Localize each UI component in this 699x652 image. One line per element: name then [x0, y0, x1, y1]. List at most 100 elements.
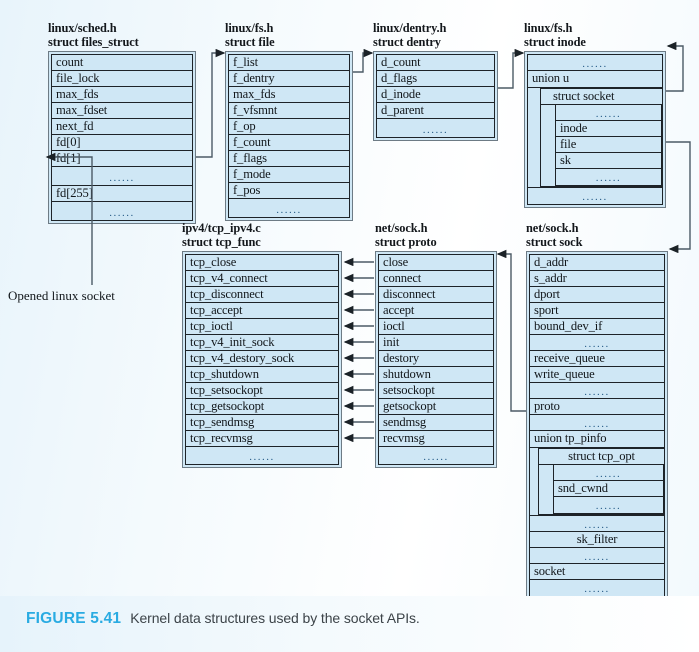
field-row: inode — [555, 120, 662, 137]
union-label: union tp_pinfo — [530, 431, 664, 448]
sock-struct-tcp-opt: struct tcp_opt ...... snd_cwnd ...... — [538, 447, 664, 515]
field-row: destory — [378, 350, 494, 367]
field-row: d_parent — [376, 102, 495, 119]
field-row: close — [378, 254, 494, 271]
field-row: tcp_v4_init_sock — [185, 334, 339, 351]
field-row: max_fds — [51, 86, 193, 103]
field-row-ellipsis: ...... — [185, 446, 339, 465]
struct-inode-file: linux/fs.h — [524, 21, 573, 35]
field-row-ellipsis: ...... — [51, 166, 193, 186]
field-row: write_queue — [529, 366, 665, 383]
field-row: init — [378, 334, 494, 351]
tcp-opt-fields: ...... snd_cwnd ...... — [553, 464, 664, 514]
wire-sk-to-sock — [666, 141, 691, 254]
struct-dentry: linux/dentry.h struct dentry d_count d_f… — [373, 21, 498, 141]
field-row: tcp_accept — [185, 302, 339, 319]
field-row: sendmsg — [378, 414, 494, 431]
field-row-ellipsis: ...... — [527, 187, 663, 205]
wire-sockproto-to-proto — [496, 249, 526, 412]
field-row: max_fdset — [51, 102, 193, 119]
struct-file-body: f_list f_dentry max_fds f_vfsmnt f_op f_… — [225, 51, 353, 221]
field-row: getsockopt — [378, 398, 494, 415]
field-row-ellipsis: ...... — [553, 464, 664, 481]
field-row: tcp_recvmsg — [185, 430, 339, 447]
field-row: fd[0] — [51, 134, 193, 151]
field-row-ellipsis: ...... — [51, 201, 193, 221]
figure-diagram: linux/sched.h struct files_struct count … — [0, 0, 699, 652]
field-row: connect — [378, 270, 494, 287]
field-row: disconnect — [378, 286, 494, 303]
struct-dentry-file: linux/dentry.h — [373, 21, 447, 35]
struct-inode-name: struct inode — [524, 34, 586, 49]
field-row: setsockopt — [378, 382, 494, 399]
field-row: file — [555, 136, 662, 153]
inode-struct-socket: struct socket ...... inode file sk .....… — [540, 87, 662, 187]
field-row-ellipsis: ...... — [529, 579, 665, 597]
field-row: f_vfsmnt — [228, 102, 350, 119]
field-row: tcp_close — [185, 254, 339, 271]
figure-number: FIGURE 5.41 — [26, 610, 122, 627]
field-row: f_op — [228, 118, 350, 135]
field-row-ellipsis: ...... — [527, 54, 663, 71]
socket-label: struct socket — [541, 88, 662, 105]
opened-linux-socket-label: Opened linux socket — [8, 288, 115, 303]
field-row: count — [51, 54, 193, 71]
field-row: receive_queue — [529, 350, 665, 367]
wire-socket-to-inode-top — [666, 41, 684, 92]
wire-fd1-to-file — [196, 48, 226, 158]
struct-tcp-func-body: tcp_close tcp_v4_connect tcp_disconnect … — [182, 251, 342, 468]
struct-proto: net/sock.h struct proto close connect di… — [375, 221, 497, 468]
field-row: proto — [529, 398, 665, 415]
struct-files-struct: linux/sched.h struct files_struct count … — [48, 21, 196, 224]
field-row-ellipsis: ...... — [376, 118, 495, 138]
struct-file-file: linux/fs.h — [225, 21, 274, 35]
field-row: tcp_disconnect — [185, 286, 339, 303]
struct-proto-name: struct proto — [375, 234, 437, 249]
struct-inode: linux/fs.h struct inode ...... union u s… — [524, 21, 666, 208]
field-row-ellipsis: ...... — [529, 382, 665, 399]
tcp-opt-label: struct tcp_opt — [539, 448, 664, 465]
struct-sock-file: net/sock.h — [526, 221, 579, 235]
field-row-ellipsis: ...... — [529, 547, 665, 564]
field-row-ellipsis: ...... — [529, 334, 665, 351]
field-row: tcp_ioctl — [185, 318, 339, 335]
struct-tcp-func: ipv4/tcp_ipv4.c struct tcp_func tcp_clos… — [182, 221, 342, 468]
inode-union-u: union u struct socket ...... inode file … — [527, 70, 663, 188]
struct-tcp-func-file: ipv4/tcp_ipv4.c — [182, 221, 261, 235]
field-row: d_count — [376, 54, 495, 71]
field-row: f_flags — [228, 150, 350, 167]
field-row: ioctl — [378, 318, 494, 335]
field-row: socket — [529, 563, 665, 580]
struct-proto-file: net/sock.h — [375, 221, 428, 235]
wire-dinode-to-inode — [498, 48, 525, 89]
wire-fdentry-to-dentry — [353, 48, 374, 73]
field-row: file_lock — [51, 70, 193, 87]
struct-inode-body: ...... union u struct socket ...... inod… — [524, 51, 666, 208]
field-row-ellipsis: ...... — [529, 515, 665, 532]
figure-caption: FIGURE 5.41 Kernel data structures used … — [26, 610, 420, 628]
struct-files-struct-file: linux/sched.h — [48, 21, 117, 35]
union-label: union u — [528, 71, 662, 88]
field-row: sk — [555, 152, 662, 169]
field-row: tcp_v4_connect — [185, 270, 339, 287]
field-row: d_addr — [529, 254, 665, 271]
field-row: bound_dev_if — [529, 318, 665, 335]
struct-files-struct-body: count file_lock max_fds max_fdset next_f… — [48, 51, 196, 224]
field-row: tcp_getsockopt — [185, 398, 339, 415]
field-row: max_fds — [228, 86, 350, 103]
field-row: next_fd — [51, 118, 193, 135]
field-row: f_list — [228, 54, 350, 71]
field-row-ellipsis: ...... — [553, 496, 664, 514]
field-row: accept — [378, 302, 494, 319]
struct-file-name: struct file — [225, 34, 275, 49]
field-row-ellipsis: ...... — [555, 168, 662, 186]
field-row: recvmsg — [378, 430, 494, 447]
field-row: dport — [529, 286, 665, 303]
field-row: sport — [529, 302, 665, 319]
struct-proto-body: close connect disconnect accept ioctl in… — [375, 251, 497, 468]
field-row: tcp_sendmsg — [185, 414, 339, 431]
field-row: d_inode — [376, 86, 495, 103]
struct-tcp-func-name: struct tcp_func — [182, 234, 261, 249]
field-row-ellipsis: ...... — [228, 198, 350, 218]
field-row: tcp_setsockopt — [185, 382, 339, 399]
